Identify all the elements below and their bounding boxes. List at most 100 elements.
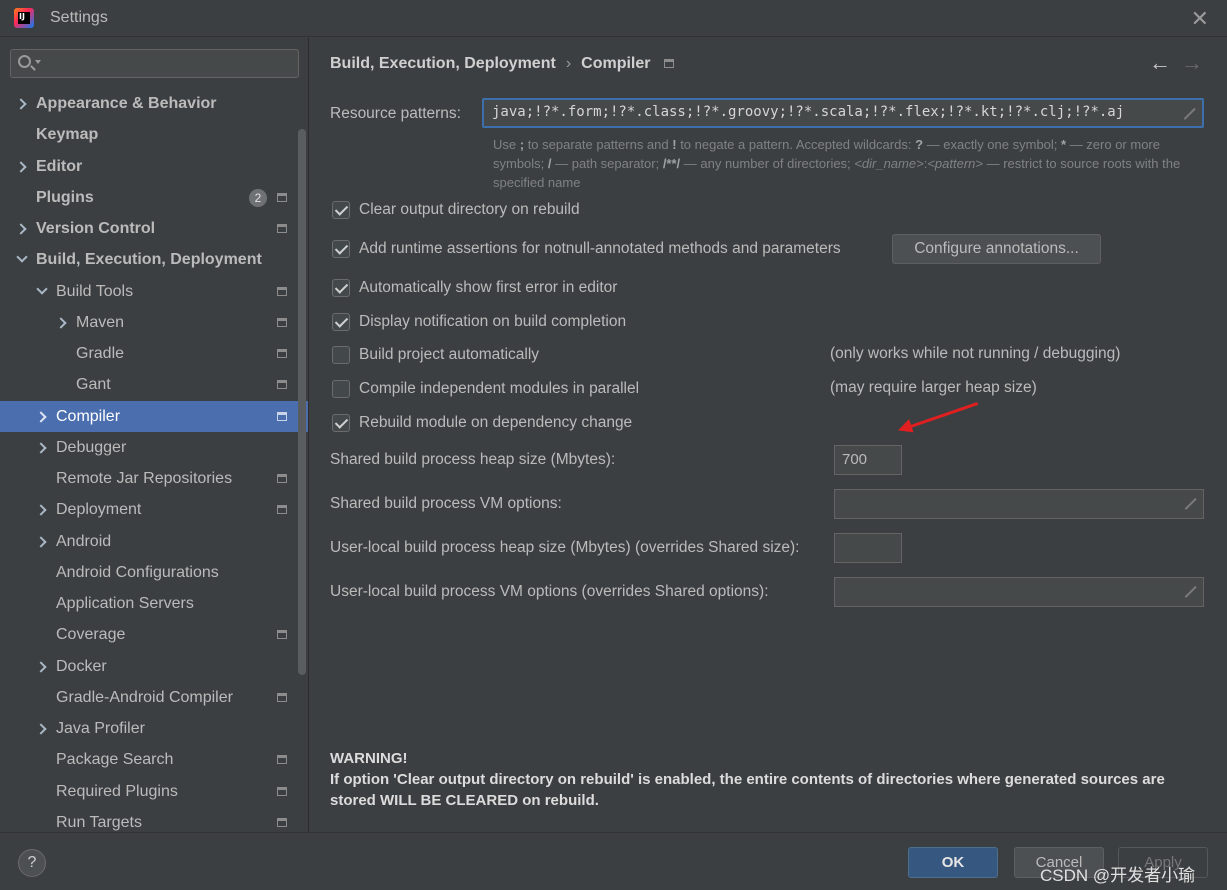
sidebar-item-keymap[interactable]: Keymap <box>0 119 297 150</box>
sidebar-item-version-control[interactable]: Version Control <box>0 213 297 244</box>
sidebar-item-label: Required Plugins <box>56 782 178 800</box>
checkbox[interactable] <box>332 201 350 219</box>
user-vm-options-input[interactable] <box>834 577 1204 607</box>
sidebar-item-coverage[interactable]: Coverage <box>0 619 297 650</box>
forward-arrow-icon[interactable]: → <box>1181 50 1203 76</box>
sidebar-item-label: Build Tools <box>56 282 134 300</box>
expand-icon[interactable] <box>1183 586 1195 598</box>
checkbox[interactable] <box>332 313 350 331</box>
annotation-arrow <box>901 402 979 431</box>
resource-patterns-input[interactable]: java;!?*.form;!?*.class;!?*.groovy;!?*.s… <box>482 98 1204 128</box>
plugins-update-badge: 2 <box>249 189 267 207</box>
project-level-icon <box>277 787 287 796</box>
compiler-settings-panel: Build, Execution, Deployment › Compiler ← … <box>310 38 1227 832</box>
sidebar-item-editor[interactable]: Editor <box>0 151 297 182</box>
build-automatically-note: (only works while not running / debuggin… <box>830 345 1121 362</box>
project-level-icon <box>277 193 287 202</box>
checkbox[interactable] <box>332 414 350 432</box>
back-arrow-icon[interactable]: ← <box>1149 50 1171 76</box>
breadcrumb-parent[interactable]: Build, Execution, Deployment <box>330 55 556 72</box>
expand-icon[interactable] <box>1182 108 1194 120</box>
expand-icon[interactable] <box>1183 498 1195 510</box>
sidebar-item-compiler[interactable]: Compiler <box>0 401 308 432</box>
chevron-right-icon <box>35 661 47 673</box>
shared-heap-label: Shared build process heap size (Mbytes): <box>330 451 616 468</box>
sidebar-item-label: Application Servers <box>56 594 194 612</box>
sidebar-item-package-search[interactable]: Package Search <box>0 744 297 775</box>
sidebar-item-android-configurations[interactable]: Android Configurations <box>0 557 297 588</box>
shared-vm-options-input[interactable] <box>834 489 1204 519</box>
project-level-icon <box>277 224 287 233</box>
sidebar-item-label: Gradle <box>76 344 125 362</box>
chevron-right-icon <box>35 536 47 548</box>
shared-heap-input[interactable]: 700 <box>834 445 902 475</box>
resource-patterns-label: Resource patterns: <box>330 105 461 122</box>
build-notification-checkbox[interactable]: Display notification on build completion <box>332 311 626 333</box>
chevron-right-icon <box>35 442 47 454</box>
sidebar-item-remote-jar-repositories[interactable]: Remote Jar Repositories <box>0 463 297 494</box>
project-level-icon <box>277 349 287 358</box>
sidebar-item-appearance-behavior[interactable]: Appearance & Behavior <box>0 88 297 119</box>
help-button[interactable]: ? <box>18 849 46 877</box>
breadcrumb-current: Compiler <box>581 55 651 72</box>
sidebar-item-gradle-android-compiler[interactable]: Gradle-Android Compiler <box>0 682 297 713</box>
user-heap-input[interactable] <box>834 533 902 563</box>
chevron-right-icon <box>15 223 27 235</box>
sidebar-item-docker[interactable]: Docker <box>0 651 297 682</box>
project-level-icon <box>277 412 287 421</box>
search-input[interactable] <box>10 49 299 78</box>
sidebar-item-deployment[interactable]: Deployment <box>0 494 297 525</box>
shared-vm-label: Shared build process VM options: <box>330 495 562 512</box>
runtime-assertions-checkbox[interactable]: Add runtime assertions for notnull-annot… <box>332 238 841 260</box>
project-level-icon <box>277 818 287 827</box>
configure-annotations-button[interactable]: Configure annotations... <box>892 234 1101 264</box>
user-vm-label: User-local build process VM options (ove… <box>330 583 769 600</box>
breadcrumb-separator: › <box>565 55 572 72</box>
warning-text: If option 'Clear output directory on reb… <box>330 771 1165 809</box>
sidebar-item-required-plugins[interactable]: Required Plugins <box>0 776 297 807</box>
sidebar-item-plugins[interactable]: Plugins 2 <box>0 182 297 213</box>
sidebar-item-label: Gant <box>76 375 111 393</box>
checkbox[interactable] <box>332 380 350 398</box>
sidebar-item-label: Build, Execution, Deployment <box>36 250 262 268</box>
window-title: Settings <box>50 9 108 26</box>
settings-sidebar: Appearance & Behavior Keymap Editor Plug… <box>0 38 309 832</box>
title-bar: IJ Settings ✕ <box>0 0 1227 37</box>
option-label: Compile independent modules in parallel <box>359 380 640 397</box>
sidebar-item-label: Gradle-Android Compiler <box>56 688 233 706</box>
sidebar-item-debugger[interactable]: Debugger <box>0 432 297 463</box>
sidebar-item-android[interactable]: Android <box>0 526 297 557</box>
sidebar-item-label: Appearance & Behavior <box>36 94 217 112</box>
clear-output-checkbox[interactable]: Clear output directory on rebuild <box>332 199 580 221</box>
search-icon <box>18 55 31 68</box>
sidebar-item-label: Deployment <box>56 500 142 518</box>
sidebar-item-maven[interactable]: Maven <box>0 307 297 338</box>
sidebar-item-java-profiler[interactable]: Java Profiler <box>0 713 297 744</box>
sidebar-item-build-execution-deployment[interactable]: Build, Execution, Deployment <box>0 244 297 275</box>
sidebar-item-application-servers[interactable]: Application Servers <box>0 588 297 619</box>
option-label: Display notification on build completion <box>359 313 627 330</box>
project-level-icon <box>277 505 287 514</box>
sidebar-item-label: Java Profiler <box>56 719 145 737</box>
sidebar-item-build-tools[interactable]: Build Tools <box>0 276 297 307</box>
chevron-right-icon <box>55 317 67 329</box>
close-icon[interactable]: ✕ <box>1191 6 1209 32</box>
sidebar-scrollbar[interactable] <box>298 129 306 675</box>
parallel-compile-checkbox[interactable]: Compile independent modules in parallel <box>332 378 639 400</box>
sidebar-item-gradle[interactable]: Gradle <box>0 338 297 369</box>
build-automatically-checkbox[interactable]: Build project automatically <box>332 344 539 366</box>
sidebar-item-label: Plugins <box>36 188 94 206</box>
sidebar-item-run-targets[interactable]: Run Targets <box>0 807 297 832</box>
checkbox[interactable] <box>332 240 350 258</box>
ok-button[interactable]: OK <box>908 847 998 878</box>
dialog-footer: ? OK Cancel Apply CSDN @开发者小瑜 <box>0 832 1227 890</box>
show-first-error-checkbox[interactable]: Automatically show first error in editor <box>332 277 617 299</box>
sidebar-item-label: Editor <box>36 157 83 175</box>
checkbox[interactable] <box>332 279 350 297</box>
resource-patterns-value: java;!?*.form;!?*.class;!?*.groovy;!?*.s… <box>492 104 1125 120</box>
project-level-icon <box>277 474 287 483</box>
checkbox[interactable] <box>332 346 350 364</box>
sidebar-item-gant[interactable]: Gant <box>0 369 297 400</box>
rebuild-on-dependency-checkbox[interactable]: Rebuild module on dependency change <box>332 412 632 434</box>
chevron-right-icon <box>15 161 27 173</box>
